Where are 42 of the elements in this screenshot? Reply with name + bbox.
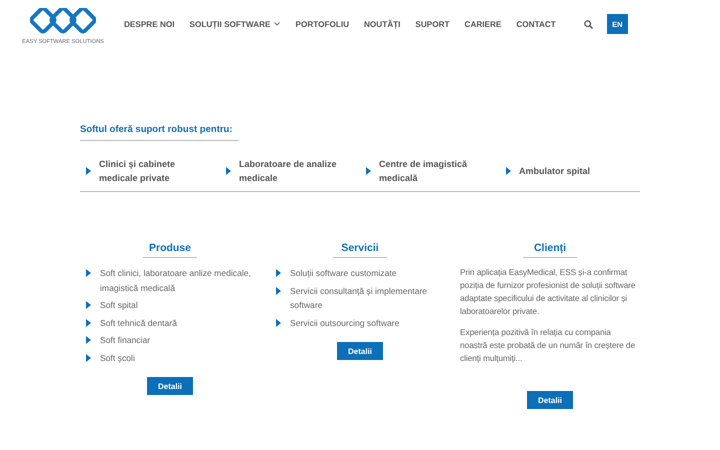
feature-label: Laboratoare de analize medicale: [239, 158, 338, 185]
list-item: Soft clinici, laboratoare anlize medicale, imagistică medicală: [100, 267, 252, 295]
nav-link[interactable]: DESPRE NOI: [124, 20, 175, 28]
section-heading: Softul oferă suport robust pentru:: [80, 124, 239, 141]
triangle-icon: [276, 269, 281, 277]
triangle-icon: [86, 301, 91, 309]
list-item: Soft spital: [100, 299, 138, 312]
list-item: Soft tehnică dentară: [100, 316, 177, 330]
list-item: Soft financiar: [100, 334, 150, 347]
triangle-icon: [276, 286, 281, 294]
triangle-icon: [506, 167, 511, 175]
details-button[interactable]: Detalii: [527, 391, 573, 409]
triangle-icon: [86, 336, 91, 344]
triangle-icon: [86, 269, 91, 277]
triangle-icon: [86, 354, 91, 362]
list-item: Soluții software customizate: [290, 267, 397, 280]
list-item: Servicii consultanță și implementare software: [290, 284, 428, 312]
column-heading: Servicii: [333, 242, 387, 258]
list-item: Servicii outsourcing software: [290, 316, 400, 330]
triangle-icon: [276, 318, 281, 326]
paragraph: Prin aplicația EasyMedical, ESS și-a confirmat poziția de furnizor profesionist de soluții software adaptate specificului de activitate al clinicilor și laboratoarelor private.: [460, 266, 636, 318]
triangle-icon: [226, 167, 231, 175]
triangle-icon: [86, 318, 91, 326]
nav-link[interactable]: NOUTĂȚI: [364, 20, 400, 28]
triangle-icon: [366, 167, 371, 175]
feature-label: Clinici și cabinete medicale private: [99, 158, 176, 185]
nav-link[interactable]: SOLUȚII SOFTWARE: [190, 20, 280, 28]
nav-link[interactable]: SUPORT: [415, 20, 450, 28]
nav-link[interactable]: CARIERE: [464, 20, 502, 28]
details-button[interactable]: Detalii: [147, 377, 193, 395]
column-heading: Produse: [143, 242, 197, 258]
search-icon[interactable]: [584, 20, 593, 28]
caret-icon: [274, 22, 280, 26]
list-item: Soft școli: [100, 352, 135, 365]
nav-link[interactable]: PORTOFOLIU: [295, 20, 350, 28]
feature-label: Ambulator spital: [519, 165, 592, 178]
column-heading: Clienți: [523, 242, 577, 258]
nav-link[interactable]: CONTACT: [516, 20, 556, 28]
paragraph: Experiența pozitivă în relația cu compania noastră este probată de un număr în creștere de clienți mulțumiți...: [460, 326, 636, 365]
details-button[interactable]: Detalii: [337, 342, 383, 360]
feature-label: Centre de imagistică medicală: [379, 158, 468, 185]
triangle-icon: [86, 167, 91, 175]
